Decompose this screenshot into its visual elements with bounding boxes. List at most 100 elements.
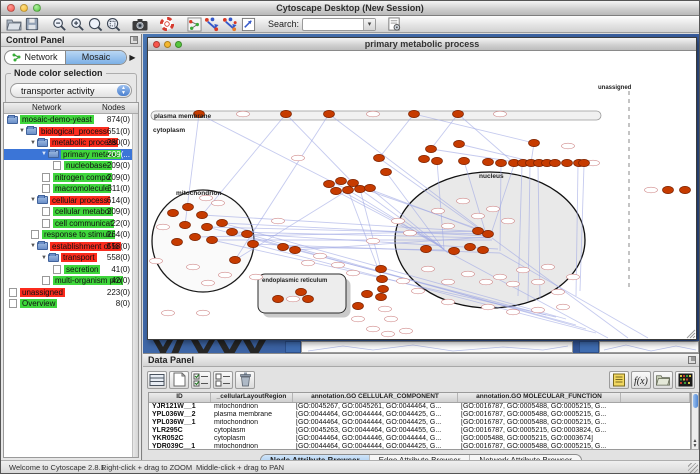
table-cell[interactable]: YLR295C — [149, 427, 211, 435]
graph-node[interactable] — [409, 110, 420, 117]
graph-node[interactable] — [197, 211, 208, 218]
graph-node[interactable] — [281, 110, 292, 117]
graph-node-small[interactable] — [292, 155, 305, 161]
open-session-button[interactable] — [5, 17, 23, 32]
graph-node-small[interactable] — [404, 230, 417, 236]
graph-node-small[interactable] — [502, 218, 515, 224]
graph-node[interactable] — [550, 159, 561, 166]
graph-node-small[interactable] — [272, 218, 285, 224]
graph-node[interactable] — [562, 159, 573, 166]
graph-node-small[interactable] — [219, 272, 232, 278]
tree-row-unassigned[interactable]: unassigned223(0) — [4, 287, 138, 299]
graph-node[interactable] — [478, 246, 489, 253]
float-data-panel-icon[interactable] — [688, 356, 696, 364]
tree-row-cell-communicat[interactable]: cell communicat22(0) — [4, 218, 138, 230]
background-window-fragment[interactable] — [301, 341, 573, 353]
graph-node-small[interactable] — [157, 224, 170, 230]
graph-node-small[interactable] — [314, 253, 327, 259]
graph-node-small[interactable] — [507, 309, 520, 315]
table-cell[interactable]: [GO:0045263, GO:0044464, GO:0044455, G..… — [293, 427, 458, 435]
graph-node[interactable] — [465, 243, 476, 250]
graph-node[interactable] — [376, 293, 387, 300]
tree-row-macromolecule[interactable]: macromolecule311(0) — [4, 183, 138, 195]
table-col-annotation-go-molecular-function[interactable]: annotation.GO MOLECULAR_FUNCTION — [458, 393, 621, 402]
tree-row-cellular-process[interactable]: ▼cellular process614(0) — [4, 195, 138, 207]
table-cell[interactable]: [GO:0016787, GO:0005488, GO:0005215, G..… — [458, 411, 621, 419]
graph-node[interactable] — [449, 247, 460, 254]
graph-node-small[interactable] — [552, 289, 565, 295]
help-button[interactable] — [158, 17, 176, 32]
attribute-matrix-button[interactable] — [675, 371, 695, 389]
graph-node-small[interactable] — [487, 206, 500, 212]
graph-node-small[interactable] — [150, 258, 163, 264]
graph-node[interactable] — [278, 243, 289, 250]
delete-attribute-button[interactable] — [235, 371, 255, 389]
tree-row-secretion[interactable]: secretion41(0) — [4, 264, 138, 276]
save-session-button[interactable] — [23, 17, 41, 32]
table-cell[interactable]: cytoplasm — [211, 435, 293, 443]
graph-node-small[interactable] — [392, 218, 405, 224]
table-cell[interactable]: YJR121W__1 — [149, 403, 211, 411]
graph-node-small[interactable] — [237, 111, 250, 117]
background-window-fragment[interactable] — [285, 341, 301, 353]
canvas-resize-grip[interactable] — [687, 330, 695, 338]
tree-row-transport[interactable]: ▼transport558(0) — [4, 252, 138, 264]
tree-row-multi-organism-pro[interactable]: multi-organism pro42(0) — [4, 275, 138, 287]
table-cell[interactable]: cytoplasm — [211, 427, 293, 435]
graph-node[interactable] — [459, 157, 470, 164]
graph-node[interactable] — [273, 295, 284, 302]
graph-node-small[interactable] — [542, 264, 555, 270]
graph-node[interactable] — [227, 228, 238, 235]
snapshot-button[interactable] — [131, 17, 149, 32]
apply-spring-layout-button[interactable] — [221, 17, 239, 32]
graph-node[interactable] — [324, 180, 335, 187]
graph-node[interactable] — [496, 159, 507, 166]
graph-node-small[interactable] — [432, 208, 445, 214]
table-scroll-thumb[interactable] — [693, 394, 698, 408]
graph-node[interactable] — [190, 233, 201, 240]
graph-node[interactable] — [473, 227, 484, 234]
tab-mosaic[interactable]: Mosaic — [65, 51, 126, 64]
search-input[interactable]: ▾ — [302, 18, 376, 31]
graph-node[interactable] — [348, 179, 359, 186]
tree-expand-icon[interactable]: ▼ — [40, 255, 48, 261]
table-cell[interactable]: [GO:0045267, GO:0045261, GO:0044464, G..… — [293, 403, 458, 411]
graph-node[interactable] — [376, 265, 387, 272]
graph-node[interactable] — [374, 154, 385, 161]
network-view-window[interactable]: primary metabolic process plasma membran… — [147, 37, 697, 340]
network-manager-button[interactable] — [185, 17, 203, 32]
graph-node[interactable] — [579, 159, 590, 166]
tree-expand-icon[interactable]: ▼ — [29, 197, 37, 203]
graph-node-small[interactable] — [187, 264, 200, 270]
import-attributes-button[interactable] — [653, 371, 673, 389]
graph-node[interactable] — [362, 290, 373, 297]
table-row-yjr121w-1[interactable]: YJR121W__1mitochondrion[GO:0045267, GO:0… — [149, 403, 690, 411]
tree-expand-icon[interactable]: ▼ — [29, 243, 37, 249]
graph-node[interactable] — [432, 157, 443, 164]
table-cell[interactable]: [GO:0044464, GO:0044444, GO:0044425, G..… — [293, 411, 458, 419]
attribute-table-button[interactable] — [147, 371, 167, 389]
tree-expand-icon[interactable]: ▼ — [29, 140, 37, 146]
annotation-button[interactable] — [239, 17, 257, 32]
zoom-in-button[interactable] — [68, 17, 86, 32]
graph-node-small[interactable] — [197, 310, 210, 316]
tree-row-response-to-stimulu[interactable]: response to stimulu264(0) — [4, 229, 138, 241]
graph-node-small[interactable] — [442, 299, 455, 305]
graph-node[interactable] — [331, 187, 342, 194]
graph-node[interactable] — [421, 245, 432, 252]
graph-node[interactable] — [353, 302, 364, 309]
select-attributes-button[interactable] — [191, 371, 211, 389]
graph-node-small[interactable] — [562, 143, 575, 149]
table-row-ypl036w-1[interactable]: YPL036W__1mitochondrion[GO:0044464, GO:0… — [149, 419, 690, 427]
graph-node-small[interactable] — [412, 288, 425, 294]
background-window-fragment[interactable] — [579, 341, 599, 353]
table-cell[interactable]: YKR052C — [149, 435, 211, 443]
graph-node-small[interactable] — [379, 306, 392, 312]
graph-node[interactable] — [168, 209, 179, 216]
tree-row-mosaic-demo-yeast[interactable]: mosaic-demo-yeast874(0) — [4, 114, 138, 126]
graph-node[interactable] — [377, 275, 388, 282]
graph-node[interactable] — [529, 139, 540, 146]
tree-row-metabolic-process[interactable]: ▼metabolic process280(0) — [4, 137, 138, 149]
graph-node-small[interactable] — [367, 326, 380, 332]
table-row-ylr295c[interactable]: YLR295Ccytoplasm[GO:0045263, GO:0044464,… — [149, 427, 690, 435]
